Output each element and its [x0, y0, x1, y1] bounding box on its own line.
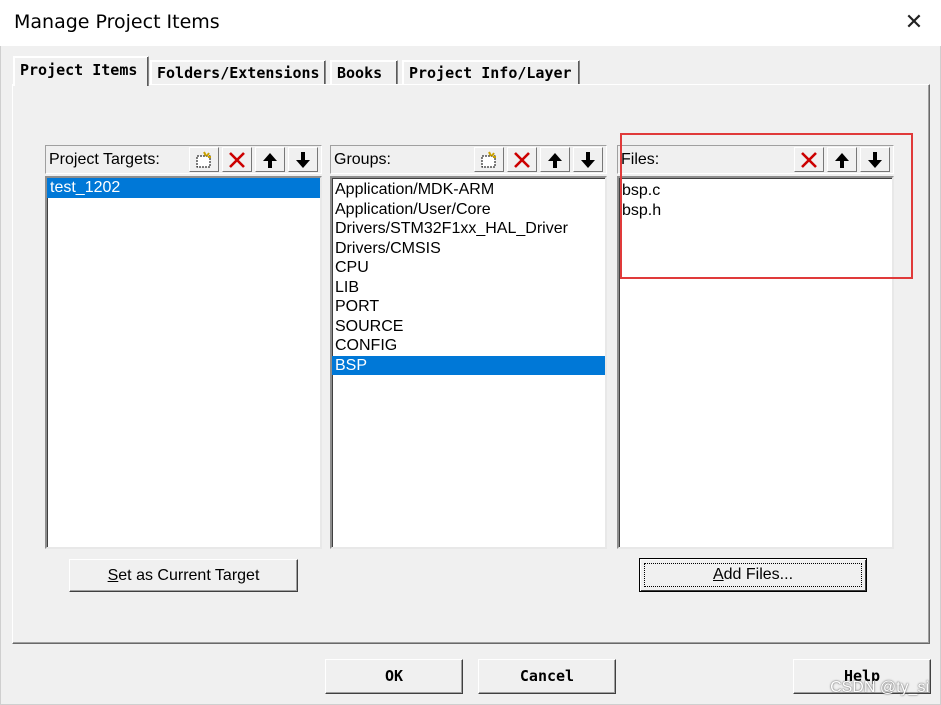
tab-label: Books [337, 64, 383, 82]
move-file-up-button[interactable] [827, 147, 857, 172]
move-file-down-button[interactable] [860, 147, 890, 172]
groups-label: Groups: [334, 151, 391, 168]
new-target-button[interactable] [189, 147, 219, 172]
targets-header: Project Targets: [45, 145, 322, 174]
watermark: CSDN @ty_si [830, 679, 929, 696]
delete-file-button[interactable] [794, 147, 824, 172]
groups-header: Groups: [330, 145, 607, 174]
list-item[interactable]: CPU [332, 258, 605, 278]
title-bar: Manage Project Items ✕ [0, 0, 941, 46]
delete-group-button[interactable] [507, 147, 537, 172]
move-group-up-button[interactable] [540, 147, 570, 172]
targets-label: Project Targets: [49, 151, 160, 168]
list-item[interactable]: CONFIG [332, 336, 605, 356]
add-files-button[interactable]: Add Files... [639, 558, 867, 592]
move-target-up-button[interactable] [255, 147, 285, 172]
focus-rect [644, 563, 862, 587]
files-list[interactable]: bsp.c bsp.h [617, 176, 894, 549]
files-label: Files: [621, 151, 660, 168]
tab-books[interactable]: Books [330, 60, 398, 84]
list-item[interactable]: PORT [332, 297, 605, 317]
arrow-up-icon [835, 152, 849, 168]
list-item[interactable]: Drivers/STM32F1xx_HAL_Driver [332, 219, 605, 239]
arrow-down-icon [868, 151, 882, 168]
tab-project-items[interactable]: Project Items [13, 56, 149, 86]
new-group-button[interactable] [474, 147, 504, 172]
arrow-down-icon [296, 151, 310, 168]
arrow-up-icon [263, 152, 277, 168]
delete-target-button[interactable] [222, 147, 252, 172]
list-item[interactable]: Drivers/CMSIS [332, 239, 605, 259]
new-item-icon [196, 151, 211, 167]
window-title: Manage Project Items [14, 11, 220, 33]
tab-label: Project Items [20, 61, 138, 79]
tab-folders-extensions[interactable]: Folders/Extensions [150, 60, 326, 84]
move-target-down-button[interactable] [288, 147, 318, 172]
list-item[interactable]: LIB [332, 278, 605, 298]
list-item[interactable]: bsp.c [619, 181, 892, 201]
button-label-mnemonic: S [107, 567, 119, 584]
tab-label: Folders/Extensions [157, 64, 320, 82]
delete-icon [229, 151, 245, 168]
list-item[interactable]: BSP [332, 355, 605, 375]
close-icon[interactable]: ✕ [901, 10, 927, 36]
ok-button[interactable]: OK [325, 659, 463, 694]
tab-label: Project Info/Layer [409, 64, 572, 82]
files-header: Files: [617, 145, 894, 174]
targets-list[interactable]: test_1202 [45, 176, 322, 549]
arrow-down-icon [581, 151, 595, 168]
delete-icon [514, 151, 530, 168]
set-current-target-button[interactable]: Set as Current Target [69, 559, 298, 592]
move-group-down-button[interactable] [573, 147, 603, 172]
delete-icon [801, 151, 817, 168]
arrow-up-icon [548, 152, 562, 168]
list-item[interactable]: bsp.h [619, 201, 892, 221]
list-item[interactable]: SOURCE [332, 317, 605, 337]
button-label: et as Current Target [118, 567, 260, 584]
tab-project-info-layer[interactable]: Project Info/Layer [402, 60, 580, 84]
list-item[interactable]: test_1202 [47, 178, 320, 198]
list-item[interactable]: Application/User/Core [332, 200, 605, 220]
new-item-icon [481, 151, 496, 167]
cancel-button[interactable]: Cancel [478, 659, 616, 694]
list-item[interactable]: Application/MDK-ARM [332, 180, 605, 200]
groups-list[interactable]: Application/MDK-ARM Application/User/Cor… [330, 176, 607, 549]
